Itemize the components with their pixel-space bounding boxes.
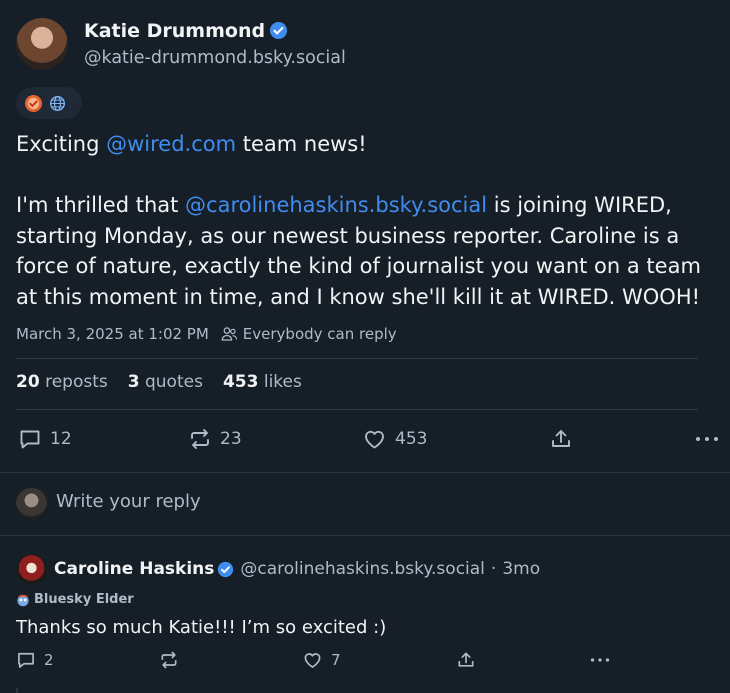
more-options-button[interactable] [694, 427, 720, 451]
profile-badges[interactable] [16, 87, 82, 119]
reply-text: Thanks so much Katie!!! I’m so excited :… [16, 617, 387, 638]
mention-link-caroline[interactable]: @carolinehaskins.bsky.social [185, 193, 487, 217]
divider [16, 409, 698, 410]
reply-like-button[interactable]: 7 [302, 650, 341, 670]
people-icon [221, 326, 243, 342]
ellipsis-icon [589, 650, 611, 670]
elder-badge-icon [16, 593, 30, 607]
reply-share-button[interactable] [456, 650, 476, 670]
orange-check-badge-icon [24, 94, 43, 113]
reply-author-name[interactable]: Caroline Haskins [54, 559, 214, 579]
repost-button[interactable]: 23 [188, 427, 242, 451]
reply-author-handle[interactable]: @carolinehaskins.bsky.social [240, 559, 485, 579]
reply-button[interactable]: 12 [18, 427, 72, 451]
elder-badge-label: Bluesky Elder [34, 592, 134, 607]
reply-reply-button[interactable]: 2 [16, 650, 54, 670]
separator-dot: · [490, 559, 497, 579]
quotes-stat[interactable]: 3 quotes [128, 372, 203, 392]
repost-count: 23 [220, 429, 242, 449]
write-reply-input[interactable]: Write your reply [56, 491, 201, 512]
share-upload-icon [549, 427, 573, 451]
reply-like-count: 7 [331, 651, 341, 669]
speech-bubble-icon [18, 427, 42, 451]
globe-icon [49, 95, 66, 112]
mention-link-wired[interactable]: @wired.com [106, 132, 236, 156]
author-name[interactable]: Katie Drummond [84, 20, 265, 42]
reply-age[interactable]: 3mo [502, 559, 540, 579]
likes-stat[interactable]: 453 likes [223, 372, 302, 392]
reply-reply-count: 2 [44, 651, 54, 669]
heart-icon [362, 427, 387, 451]
share-upload-icon [456, 650, 476, 670]
divider [16, 358, 698, 359]
reply-repost-button[interactable] [159, 650, 179, 670]
post-stats: 20 reposts 3 quotes 453 likes [16, 372, 302, 392]
divider [0, 535, 730, 536]
reply-more-options-button[interactable] [589, 650, 611, 670]
reply-header: Caroline Haskins @carolinehaskins.bsky.s… [54, 559, 540, 579]
divider [0, 472, 730, 473]
post-meta: March 3, 2025 at 1:02 PM Everybody can r… [16, 325, 397, 343]
ellipsis-icon [694, 427, 720, 451]
post-timestamp[interactable]: March 3, 2025 at 1:02 PM [16, 325, 209, 343]
verified-check-icon [217, 561, 234, 578]
reply-author-avatar[interactable] [16, 554, 47, 585]
author-name-row[interactable]: Katie Drummond [84, 20, 288, 42]
repost-arrows-icon [188, 427, 212, 451]
speech-bubble-icon [16, 650, 36, 670]
author-handle[interactable]: @katie-drummond.bsky.social [84, 48, 346, 68]
like-button[interactable]: 453 [362, 427, 427, 451]
reposts-stat[interactable]: 20 reposts [16, 372, 108, 392]
verified-check-icon[interactable] [269, 21, 288, 40]
reply-count: 12 [50, 429, 72, 449]
post-text: Exciting @wired.com team news! I'm thril… [16, 132, 708, 309]
thread-line [16, 688, 18, 693]
author-avatar[interactable] [16, 18, 68, 70]
bluesky-elder-badge[interactable]: Bluesky Elder [16, 592, 134, 607]
current-user-avatar [16, 488, 47, 519]
share-button[interactable] [549, 427, 573, 451]
repost-arrows-icon [159, 650, 179, 670]
like-count: 453 [395, 429, 428, 449]
reply-setting[interactable]: Everybody can reply [243, 325, 397, 343]
heart-icon [302, 650, 323, 670]
